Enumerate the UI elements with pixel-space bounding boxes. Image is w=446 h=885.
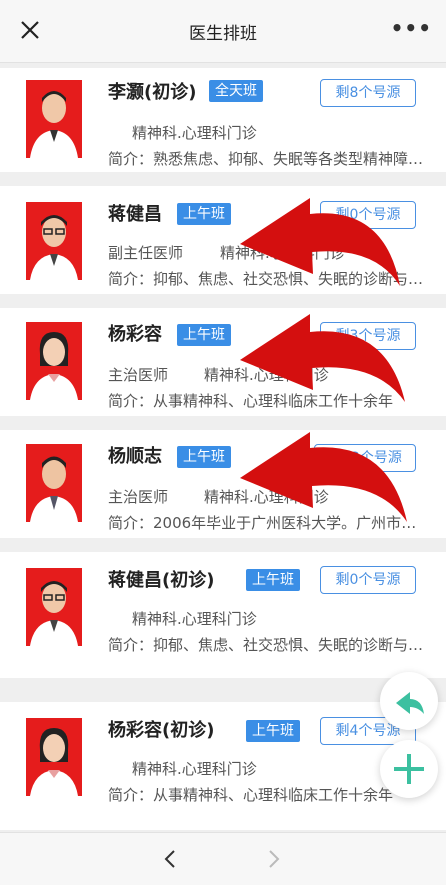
page-title: 医生排班 xyxy=(189,24,257,44)
add-icon xyxy=(394,754,424,784)
doctor-photo xyxy=(26,202,82,280)
doctor-photo xyxy=(26,80,82,158)
doctor-name: 杨彩容(初诊) xyxy=(108,720,215,741)
doctor-name: 杨彩容 xyxy=(108,324,162,345)
doctor-name: 杨顺志 xyxy=(108,446,162,467)
doctor-intro: 简介：抑郁、焦虑、社交恐惧、失眠的诊断与治疗 xyxy=(108,270,426,288)
chevron-left-icon[interactable] xyxy=(158,847,182,871)
add-button[interactable] xyxy=(380,740,438,798)
shift-badge: 上午班 xyxy=(177,324,231,346)
shift-badge: 上午班 xyxy=(177,203,231,225)
department: 精神科.心理科门诊 xyxy=(132,760,257,778)
shift-badge: 全天班 xyxy=(209,80,263,102)
bottom-nav-bar xyxy=(0,832,446,885)
department: 精神科.心理科门诊 xyxy=(204,366,329,384)
reply-icon xyxy=(396,692,424,714)
doctor-name: 李灏(初诊) xyxy=(108,82,197,103)
doctor-photo xyxy=(26,444,82,522)
slots-button[interactable]: 剩12个号源 xyxy=(314,444,416,472)
doctor-intro: 简介：从事精神科、心理科临床工作十余年 xyxy=(108,786,394,804)
doctor-rank: 副主任医师 xyxy=(108,244,184,262)
doctor-intro: 简介：2006年毕业于广州医科大学。广州市精神科医生 xyxy=(108,514,426,532)
doctor-photo xyxy=(26,322,82,400)
doctor-card[interactable]: 杨彩容 上午班 剩3个号源 主治医师 精神科.心理科门诊 简介：从事精神科、心理… xyxy=(0,308,446,416)
doctor-rank: 主治医师 xyxy=(108,366,169,384)
department: 精神科.心理科门诊 xyxy=(220,244,345,262)
doctor-photo xyxy=(26,718,82,796)
doctor-intro: 简介：熟悉焦虑、抑郁、失眠等各类型精神障碍的诊断与治疗 xyxy=(108,150,426,168)
slots-button[interactable]: 剩0个号源 xyxy=(320,566,416,594)
doctor-intro: 简介：抑郁、焦虑、社交恐惧、失眠的诊断与治疗 xyxy=(108,636,426,654)
doctor-intro: 简介：从事精神科、心理科临床工作十余年 xyxy=(108,392,394,410)
doctor-name: 蒋健昌 xyxy=(108,204,162,225)
department: 精神科.心理科门诊 xyxy=(132,610,257,628)
doctor-card[interactable]: 蒋健昌(初诊) 上午班 剩0个号源 精神科.心理科门诊 简介：抑郁、焦虑、社交恐… xyxy=(0,552,446,678)
more-icon[interactable]: ••• xyxy=(391,18,432,38)
slots-button[interactable]: 剩3个号源 xyxy=(320,322,416,350)
shift-badge: 上午班 xyxy=(246,569,300,591)
department: 精神科.心理科门诊 xyxy=(204,488,329,506)
doctor-card[interactable]: 李灏(初诊) 全天班 剩8个号源 精神科.心理科门诊 简介：熟悉焦虑、抑郁、失眠… xyxy=(0,68,446,172)
top-bar: 医生排班 ••• xyxy=(0,0,446,63)
doctor-photo xyxy=(26,568,82,646)
doctor-name: 蒋健昌(初诊) xyxy=(108,570,215,591)
doctor-card[interactable]: 杨顺志 上午班 剩12个号源 主治医师 精神科.心理科门诊 简介：2006年毕业… xyxy=(0,430,446,538)
reply-button[interactable] xyxy=(380,672,438,730)
shift-badge: 上午班 xyxy=(246,720,300,742)
chevron-right-icon[interactable] xyxy=(262,847,286,871)
department: 精神科.心理科门诊 xyxy=(132,124,257,142)
doctor-card[interactable]: 蒋健昌 上午班 剩0个号源 副主任医师 精神科.心理科门诊 简介：抑郁、焦虑、社… xyxy=(0,186,446,294)
slots-button[interactable]: 剩8个号源 xyxy=(320,79,416,107)
slots-button[interactable]: 剩0个号源 xyxy=(320,201,416,229)
doctor-rank: 主治医师 xyxy=(108,488,169,506)
shift-badge: 上午班 xyxy=(177,446,231,468)
